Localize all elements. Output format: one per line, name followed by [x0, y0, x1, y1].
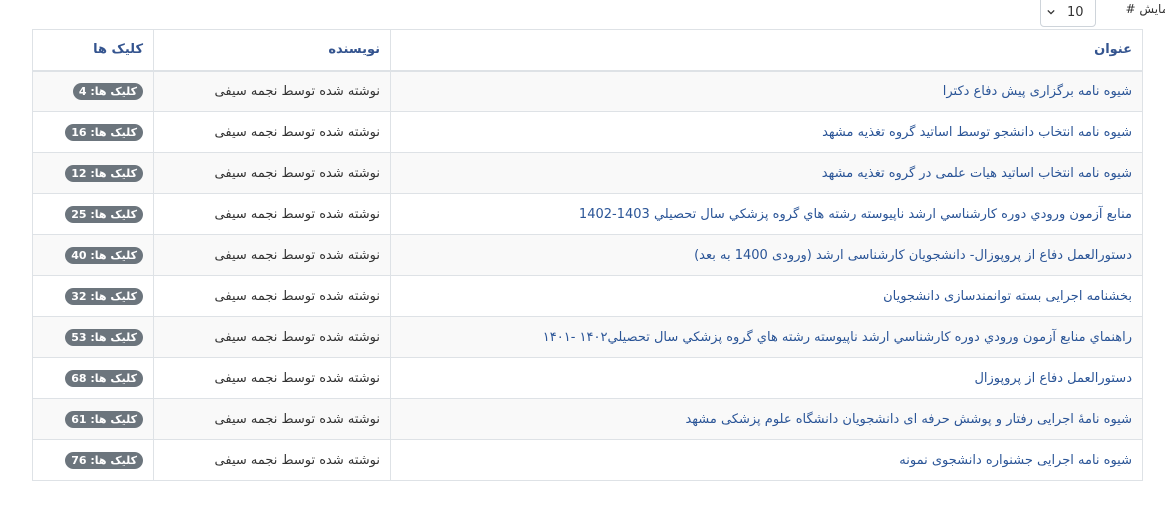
column-header-title[interactable]: عنوان	[390, 29, 1143, 72]
article-link[interactable]: دستورالعمل دفاع از پروپوزال	[974, 371, 1132, 386]
hits-badge: کلیک ها: 40	[65, 246, 143, 264]
row-author: نوشته شده توسط نجمه سیفی	[153, 316, 391, 358]
table-row: شیوه نامۀ اجرایی رفتار و پوشش حرفه ای دا…	[32, 398, 1143, 440]
limit-label: نمایش #	[1125, 2, 1165, 16]
row-author: نوشته شده توسط نجمه سیفی	[153, 398, 391, 440]
table-row: بخشنامه اجرایی بسته توانمندسازی دانشجویا…	[32, 275, 1143, 317]
row-title-cell: شیوه نامه اجرایی جشنواره دانشجوی نمونه	[390, 439, 1143, 481]
table-row: دستورالعمل دفاع از پروپوزال- دانشجویان ک…	[32, 234, 1143, 276]
row-title-cell: دستورالعمل دفاع از پروپوزال	[390, 357, 1143, 399]
row-title-cell: دستورالعمل دفاع از پروپوزال- دانشجویان ک…	[390, 234, 1143, 276]
row-hits-cell: کلیک ها: 25	[32, 193, 154, 235]
row-author: نوشته شده توسط نجمه سیفی	[153, 234, 391, 276]
hits-badge: کلیک ها: 25	[65, 205, 143, 223]
hits-badge: کلیک ها: 53	[65, 328, 143, 346]
row-author: نوشته شده توسط نجمه سیفی	[153, 111, 391, 153]
article-link[interactable]: شیوه نامه انتخاب دانشجو توسط اساتید گروه…	[822, 125, 1132, 140]
article-link[interactable]: راهنماي منابع آزمون ورودي دوره كارشناسي …	[543, 330, 1132, 345]
row-title-cell: بخشنامه اجرایی بسته توانمندسازی دانشجویا…	[390, 275, 1143, 317]
limit-select[interactable]: 10	[1040, 0, 1096, 27]
table-row: شیوه نامه انتخاب اساتید هیات علمی در گرو…	[32, 152, 1143, 194]
row-title-cell: شیوه نامۀ اجرایی رفتار و پوشش حرفه ای دا…	[390, 398, 1143, 440]
row-author: نوشته شده توسط نجمه سیفی	[153, 70, 391, 112]
row-hits-cell: کلیک ها: 32	[32, 275, 154, 317]
row-hits-cell: کلیک ها: 76	[32, 439, 154, 481]
article-link[interactable]: بخشنامه اجرایی بسته توانمندسازی دانشجویا…	[883, 289, 1132, 304]
row-author: نوشته شده توسط نجمه سیفی	[153, 152, 391, 194]
article-link[interactable]: شیوه نامه انتخاب اساتید هیات علمی در گرو…	[822, 166, 1132, 181]
hits-badge: کلیک ها: 12	[65, 164, 143, 182]
article-link[interactable]: شیوه نامۀ اجرایی رفتار و پوشش حرفه ای دا…	[685, 412, 1132, 427]
article-link[interactable]: دستورالعمل دفاع از پروپوزال- دانشجویان ک…	[694, 248, 1132, 263]
row-hits-cell: کلیک ها: 4	[32, 70, 154, 112]
hits-badge: کلیک ها: 68	[65, 369, 143, 387]
table-row: دستورالعمل دفاع از پروپوزال نوشته شده تو…	[32, 357, 1143, 399]
row-author: نوشته شده توسط نجمه سیفی	[153, 357, 391, 399]
column-header-author[interactable]: نویسنده	[153, 29, 391, 72]
table-row: منابع آزمون ورودي دوره كارشناسي ارشد ناپ…	[32, 193, 1143, 235]
column-header-hits[interactable]: کلیک ها	[32, 29, 154, 72]
hits-badge: کلیک ها: 16	[65, 123, 143, 141]
article-link[interactable]: شیوه نامه برگزاری پیش دفاع دکترا	[943, 84, 1132, 99]
row-title-cell: شیوه نامه انتخاب اساتید هیات علمی در گرو…	[390, 152, 1143, 194]
row-author: نوشته شده توسط نجمه سیفی	[153, 275, 391, 317]
row-hits-cell: کلیک ها: 61	[32, 398, 154, 440]
row-author: نوشته شده توسط نجمه سیفی	[153, 193, 391, 235]
hits-badge: کلیک ها: 61	[65, 410, 143, 428]
row-title-cell: راهنماي منابع آزمون ورودي دوره كارشناسي …	[390, 316, 1143, 358]
row-author: نوشته شده توسط نجمه سیفی	[153, 439, 391, 481]
table-row: شیوه نامه برگزاری پیش دفاع دکترا نوشته ش…	[32, 70, 1143, 112]
row-hits-cell: کلیک ها: 16	[32, 111, 154, 153]
row-hits-cell: کلیک ها: 40	[32, 234, 154, 276]
table-row: شیوه نامه انتخاب دانشجو توسط اساتید گروه…	[32, 111, 1143, 153]
article-link[interactable]: منابع آزمون ورودي دوره كارشناسي ارشد ناپ…	[579, 207, 1132, 222]
hits-badge: کلیک ها: 32	[65, 287, 143, 305]
article-link[interactable]: شیوه نامه اجرایی جشنواره دانشجوی نمونه	[899, 453, 1132, 468]
row-hits-cell: کلیک ها: 53	[32, 316, 154, 358]
limit-value: 10	[1067, 5, 1084, 20]
hits-badge: کلیک ها: 76	[65, 451, 143, 469]
table-header-row: عنوان نویسنده کلیک ها	[32, 29, 1143, 72]
row-title-cell: منابع آزمون ورودي دوره كارشناسي ارشد ناپ…	[390, 193, 1143, 235]
table-row: شیوه نامه اجرایی جشنواره دانشجوی نمونه ن…	[32, 439, 1143, 481]
articles-table: عنوان نویسنده کلیک ها شیوه نامه برگزاری …	[32, 29, 1143, 481]
row-title-cell: شیوه نامه برگزاری پیش دفاع دکترا	[390, 70, 1143, 112]
hits-badge: کلیک ها: 4	[72, 82, 143, 100]
row-title-cell: شیوه نامه انتخاب دانشجو توسط اساتید گروه…	[390, 111, 1143, 153]
table-row: راهنماي منابع آزمون ورودي دوره كارشناسي …	[32, 316, 1143, 358]
row-hits-cell: کلیک ها: 68	[32, 357, 154, 399]
chevron-down-icon	[1047, 9, 1055, 15]
row-hits-cell: کلیک ها: 12	[32, 152, 154, 194]
